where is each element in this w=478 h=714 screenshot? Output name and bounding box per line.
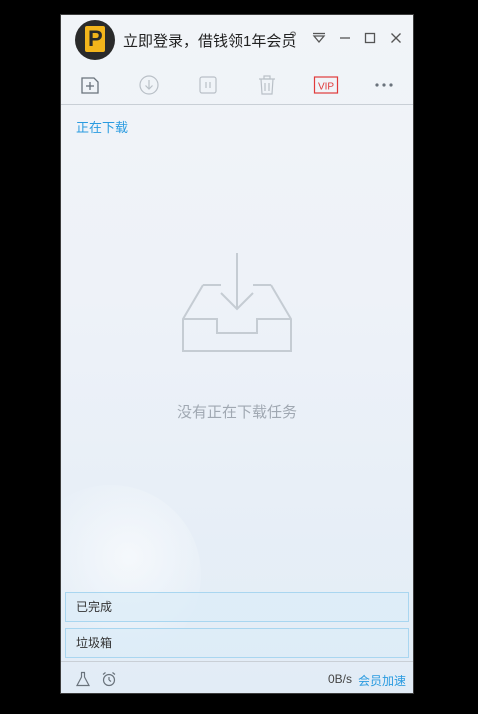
- toolbar: VIP: [61, 67, 413, 105]
- alarm-clock-icon[interactable]: [100, 670, 118, 688]
- lab-flask-icon[interactable]: [74, 670, 92, 688]
- empty-state-message: 没有正在下载任务: [176, 404, 297, 421]
- close-icon[interactable]: [386, 28, 406, 48]
- help-icon[interactable]: ?: [283, 26, 303, 46]
- delete-trash-icon[interactable]: [255, 73, 279, 97]
- vip-speedup-link[interactable]: 会员加速: [358, 672, 406, 689]
- download-speed: 0B/s: [327, 672, 352, 686]
- menu-dropdown-icon[interactable]: [309, 28, 329, 48]
- minimize-icon[interactable]: [335, 28, 355, 48]
- login-prompt[interactable]: 立即登录，借钱领1年会员: [123, 30, 298, 51]
- empty-inbox-download-icon: [181, 251, 293, 355]
- pause-icon[interactable]: [196, 73, 220, 97]
- section-trash[interactable]: 垃圾箱: [65, 628, 409, 658]
- status-bar: 0B/s 会员加速: [61, 661, 413, 693]
- download-window: P 立即登录，借钱领1年会员 ? VIP 正在下载 没有正在下载任务 已完成 垃…: [60, 14, 414, 694]
- app-logo-icon: P: [85, 26, 105, 52]
- more-options-icon[interactable]: [372, 73, 396, 97]
- title-bar: P 立即登录，借钱领1年会员 ?: [61, 15, 413, 67]
- new-task-icon[interactable]: [78, 73, 102, 97]
- section-completed[interactable]: 已完成: [65, 592, 409, 622]
- tab-downloading[interactable]: 正在下载: [76, 117, 128, 136]
- start-download-icon[interactable]: [137, 73, 161, 97]
- vip-label: VIP: [318, 82, 334, 93]
- vip-icon[interactable]: VIP: [313, 73, 339, 97]
- avatar[interactable]: P: [75, 20, 115, 60]
- maximize-icon[interactable]: [360, 28, 380, 48]
